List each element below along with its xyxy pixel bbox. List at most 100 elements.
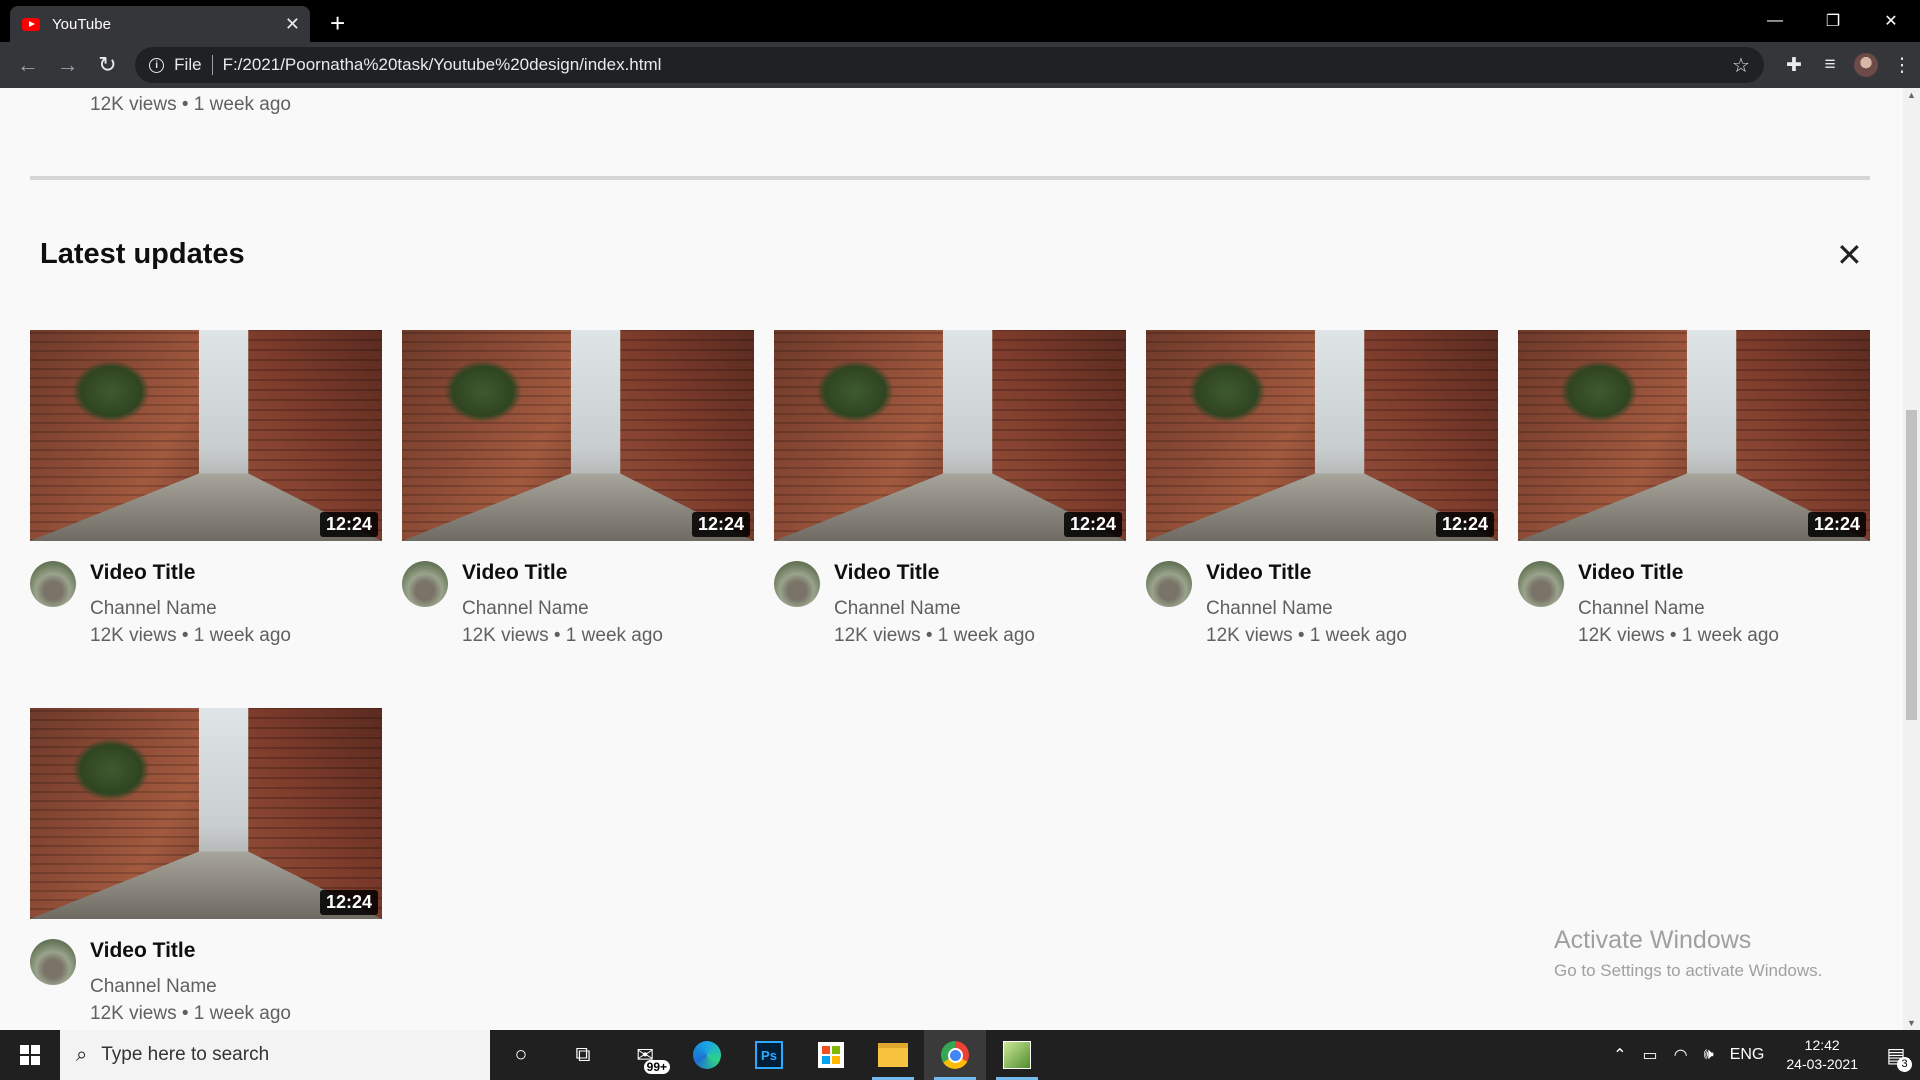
image-app-logo bbox=[1003, 1041, 1031, 1069]
page-viewport: 12K views • 1 week ago Latest updates ✕ … bbox=[0, 88, 1903, 1030]
profile-button[interactable] bbox=[1848, 47, 1884, 83]
channel-name[interactable]: Channel Name bbox=[462, 598, 589, 620]
task-view-icon[interactable]: ⧉ bbox=[552, 1030, 614, 1080]
video-grid: 12:24 Video Title Channel Name 12K views… bbox=[30, 330, 1870, 1030]
windows-logo-icon bbox=[20, 1045, 40, 1065]
channel-name[interactable]: Channel Name bbox=[834, 598, 961, 620]
thumbnail-ivy bbox=[816, 359, 894, 423]
channel-avatar[interactable] bbox=[402, 561, 448, 607]
browser-toolbar: ← → ↻ i File F:/2021/Poornatha%20task/Yo… bbox=[0, 42, 1920, 88]
video-title[interactable]: Video Title bbox=[462, 561, 567, 585]
channel-avatar[interactable] bbox=[30, 561, 76, 607]
address-bar[interactable]: i File F:/2021/Poornatha%20task/Youtube%… bbox=[135, 47, 1764, 83]
browser-tab-youtube[interactable]: YouTube ✕ bbox=[10, 6, 310, 42]
wifi-icon[interactable]: ◠ bbox=[1666, 1045, 1696, 1065]
profile-avatar bbox=[1853, 53, 1878, 77]
edge-logo bbox=[693, 1041, 721, 1069]
video-thumbnail[interactable]: 12:24 bbox=[30, 708, 382, 919]
browser-menu-icon[interactable]: ⋮ bbox=[1884, 47, 1920, 83]
video-title[interactable]: Video Title bbox=[90, 561, 195, 585]
file-explorer-icon[interactable] bbox=[862, 1030, 924, 1080]
video-title[interactable]: Video Title bbox=[1578, 561, 1683, 585]
mail-icon[interactable]: ✉ 99+ bbox=[614, 1030, 676, 1080]
page-scrollbar[interactable]: ▲ ▼ bbox=[1903, 88, 1920, 1030]
cortana-icon[interactable]: ○ bbox=[490, 1030, 552, 1080]
video-info: Video Title Channel Name 12K views • 1 w… bbox=[402, 541, 754, 679]
activate-windows-watermark: Activate Windows Go to Settings to activ… bbox=[1554, 926, 1822, 981]
volume-icon[interactable]: 🕪 bbox=[1696, 1046, 1722, 1064]
video-card[interactable]: 12:24 Video Title Channel Name 12K views… bbox=[1146, 330, 1498, 679]
video-stats: 12K views • 1 week ago bbox=[834, 625, 1035, 646]
thumbnail-ivy bbox=[72, 359, 150, 423]
language-indicator[interactable]: ENG bbox=[1722, 1046, 1773, 1064]
minimize-button[interactable]: — bbox=[1746, 0, 1804, 42]
address-separator bbox=[211, 55, 213, 75]
notifications-icon[interactable]: ▤ 3 bbox=[1872, 1030, 1920, 1080]
section-title: Latest updates bbox=[40, 238, 245, 270]
thumbnail-ivy bbox=[1560, 359, 1638, 423]
section-divider bbox=[30, 176, 1870, 180]
tab-close-icon[interactable]: ✕ bbox=[285, 14, 300, 35]
video-thumbnail[interactable]: 12:24 bbox=[402, 330, 754, 541]
video-title[interactable]: Video Title bbox=[834, 561, 939, 585]
youtube-favicon-icon bbox=[22, 17, 40, 31]
channel-avatar[interactable] bbox=[774, 561, 820, 607]
channel-name[interactable]: Channel Name bbox=[90, 598, 217, 620]
search-placeholder: Type here to search bbox=[101, 1044, 270, 1065]
channel-name[interactable]: Channel Name bbox=[1206, 598, 1333, 620]
video-thumbnail[interactable]: 12:24 bbox=[774, 330, 1126, 541]
photoshop-icon[interactable]: Ps bbox=[738, 1030, 800, 1080]
previous-video-stats: 12K views • 1 week ago bbox=[90, 94, 291, 115]
channel-avatar[interactable] bbox=[30, 939, 76, 985]
windows-taskbar: ⌕ Type here to search ○ ⧉ ✉ 99+ Ps ⌃ ▭ ◠ … bbox=[0, 1030, 1920, 1080]
video-duration: 12:24 bbox=[691, 512, 750, 537]
clock[interactable]: 12:42 24-03-2021 bbox=[1772, 1036, 1872, 1074]
video-thumbnail[interactable]: 12:24 bbox=[1146, 330, 1498, 541]
video-thumbnail[interactable]: 12:24 bbox=[30, 330, 382, 541]
video-card[interactable]: 12:24 Video Title Channel Name 12K views… bbox=[402, 330, 754, 679]
video-info: Video Title Channel Name 12K views • 1 w… bbox=[774, 541, 1126, 679]
forward-arrow-icon[interactable]: → bbox=[48, 45, 88, 85]
edge-browser-icon[interactable] bbox=[676, 1030, 738, 1080]
address-url[interactable]: F:/2021/Poornatha%20task/Youtube%20desig… bbox=[223, 55, 1732, 75]
chrome-icon[interactable] bbox=[924, 1030, 986, 1080]
mail-badge: 99+ bbox=[643, 1060, 670, 1074]
restore-button[interactable]: ❐ bbox=[1804, 0, 1862, 42]
channel-avatar[interactable] bbox=[1518, 561, 1564, 607]
address-scheme-label: File bbox=[174, 55, 202, 74]
microsoft-store-icon[interactable] bbox=[800, 1030, 862, 1080]
video-card[interactable]: 12:24 Video Title Channel Name 12K views… bbox=[30, 708, 382, 1030]
video-card[interactable]: 12:24 Video Title Channel Name 12K views… bbox=[774, 330, 1126, 679]
close-section-icon[interactable]: ✕ bbox=[1836, 238, 1863, 272]
video-title[interactable]: Video Title bbox=[1206, 561, 1311, 585]
system-tray: ⌃ ▭ ◠ 🕪 ENG 12:42 24-03-2021 ▤ 3 bbox=[1605, 1030, 1920, 1080]
video-info: Video Title Channel Name 12K views • 1 w… bbox=[1146, 541, 1498, 679]
clock-date: 24-03-2021 bbox=[1786, 1056, 1858, 1072]
extensions-puzzle-icon[interactable]: ✚ bbox=[1776, 47, 1812, 83]
scrollbar-thumb[interactable] bbox=[1906, 410, 1917, 720]
battery-icon[interactable]: ▭ bbox=[1635, 1045, 1666, 1065]
start-button[interactable] bbox=[0, 1030, 60, 1080]
back-arrow-icon[interactable]: ← bbox=[8, 45, 48, 85]
channel-name[interactable]: Channel Name bbox=[1578, 598, 1705, 620]
video-card[interactable]: 12:24 Video Title Channel Name 12K views… bbox=[30, 330, 382, 679]
media-queue-icon[interactable]: ≡ bbox=[1812, 47, 1848, 83]
chevron-up-icon[interactable]: ⌃ bbox=[1605, 1045, 1634, 1065]
video-stats: 12K views • 1 week ago bbox=[1578, 625, 1779, 646]
refresh-icon[interactable]: ↻ bbox=[87, 45, 127, 85]
site-info-icon[interactable]: i bbox=[149, 57, 165, 73]
scroll-down-arrow-icon[interactable]: ▼ bbox=[1907, 1018, 1916, 1028]
image-app-icon[interactable] bbox=[986, 1030, 1048, 1080]
video-thumbnail[interactable]: 12:24 bbox=[1518, 330, 1870, 541]
new-tab-button[interactable]: + bbox=[330, 10, 345, 36]
channel-name[interactable]: Channel Name bbox=[90, 976, 217, 998]
chrome-logo bbox=[941, 1041, 969, 1069]
close-window-button[interactable]: ✕ bbox=[1862, 0, 1920, 42]
video-title[interactable]: Video Title bbox=[90, 939, 195, 963]
taskbar-search[interactable]: ⌕ Type here to search bbox=[60, 1030, 490, 1080]
scroll-up-arrow-icon[interactable]: ▲ bbox=[1907, 90, 1916, 100]
watermark-title: Activate Windows bbox=[1554, 926, 1752, 954]
channel-avatar[interactable] bbox=[1146, 561, 1192, 607]
video-card[interactable]: 12:24 Video Title Channel Name 12K views… bbox=[1518, 330, 1870, 679]
bookmark-star-icon[interactable]: ☆ bbox=[1732, 53, 1750, 78]
